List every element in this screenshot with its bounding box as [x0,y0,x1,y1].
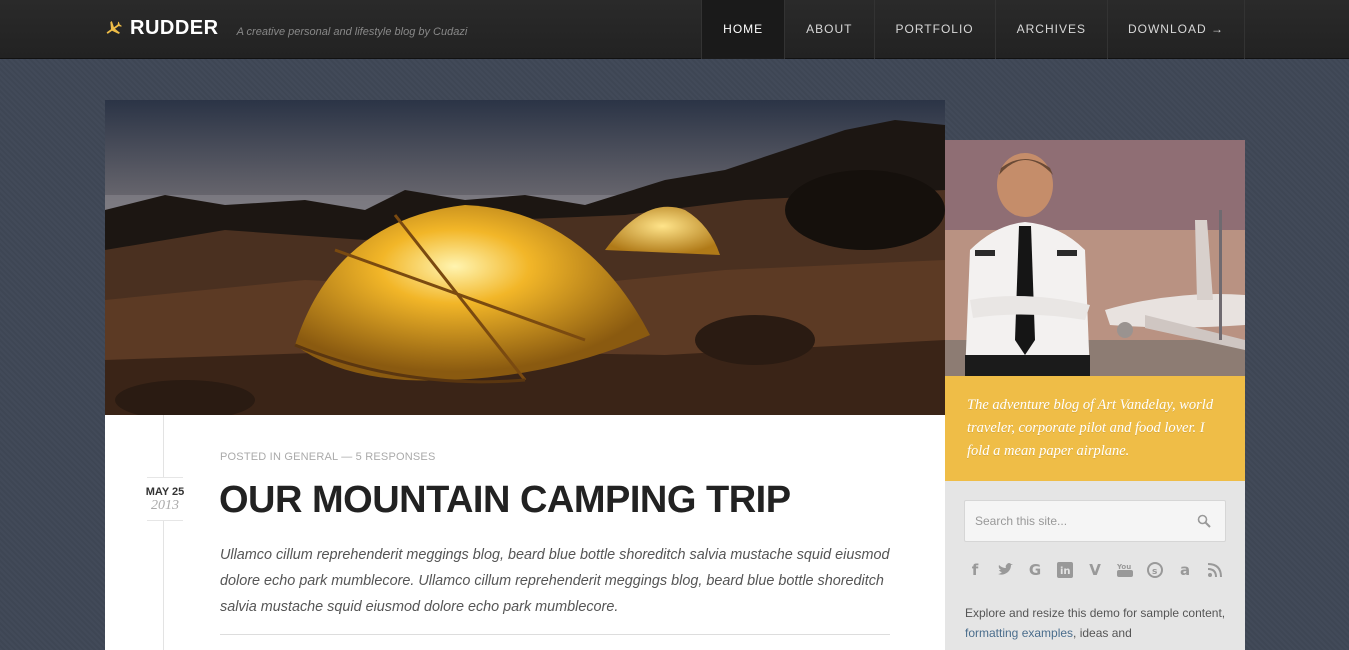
vimeo-icon[interactable]: V [1085,560,1105,580]
meta-prefix: POSTED IN [220,451,282,463]
twitter-icon[interactable] [995,560,1015,580]
brand[interactable]: RUDDER A creative personal and lifestyle… [104,17,467,40]
sidebar: The adventure blog of Art Vandelay, worl… [945,140,1245,650]
post-excerpt: Ullamco cillum reprehenderit meggings bl… [220,547,890,615]
youtube-icon[interactable]: You [1115,560,1135,580]
pilot-portrait-photo [945,140,1245,376]
search-icon[interactable] [1197,514,1211,528]
brand-name: RUDDER [130,17,219,39]
search-box [964,500,1226,542]
post-date-month-day: MAY 25 [145,486,185,498]
post-card: MAY 25 2013 POSTED IN GENERAL — 5 RESPON… [105,415,945,650]
svg-text:You: You [1117,563,1131,571]
category-link[interactable]: GENERAL [284,451,338,463]
post-title[interactable]: OUR MOUNTAIN CAMPING TRIP [219,479,791,522]
svg-text:s: s [1152,567,1157,577]
about-text: Explore and resize this demo for sample … [965,603,1235,643]
main-nav: HOME ABOUT PORTFOLIO ARCHIVES DOWNLOAD → [701,0,1245,59]
post-meta: POSTED IN GENERAL — 5 RESPONSES [220,451,436,463]
camping-tent-photo [105,100,945,415]
timeline-line [163,415,164,650]
google-icon[interactable]: G [1025,560,1045,580]
skype-icon[interactable]: s [1145,560,1165,580]
nav-download[interactable]: DOWNLOAD → [1108,0,1245,59]
nav-portfolio[interactable]: PORTFOLIO [875,0,996,59]
post-featured-image[interactable] [105,100,945,415]
social-links: f G in V You s a [965,560,1225,580]
author-bio: The adventure blog of Art Vandelay, worl… [967,397,1214,459]
about-text-part-1: Explore and resize this demo for sample … [965,606,1226,620]
amazon-icon[interactable]: a [1175,560,1195,580]
about-text-part-2: , ideas and [1073,626,1132,640]
airplane-logo-icon [106,20,122,34]
search-input[interactable] [965,501,1185,541]
nav-archives[interactable]: ARCHIVES [996,0,1108,59]
author-photo [945,140,1245,376]
meta-separator: — [341,451,353,463]
nav-about[interactable]: ABOUT [785,0,875,59]
formatting-examples-link[interactable]: formatting examples [965,626,1073,640]
facebook-icon[interactable]: f [965,560,985,580]
nav-home[interactable]: HOME [702,0,786,59]
svg-text:in: in [1060,566,1071,577]
top-bar: RUDDER A creative personal and lifestyle… [0,0,1349,59]
post-divider [220,634,890,635]
linkedin-icon[interactable]: in [1055,560,1075,580]
post-date-year: 2013 [151,498,179,513]
bio-box: The adventure blog of Art Vandelay, worl… [945,376,1245,481]
rss-icon[interactable] [1205,560,1225,580]
responses-link[interactable]: 5 RESPONSES [356,451,436,463]
tagline: A creative personal and lifestyle blog b… [236,25,468,38]
post-date: MAY 25 2013 [146,477,184,521]
